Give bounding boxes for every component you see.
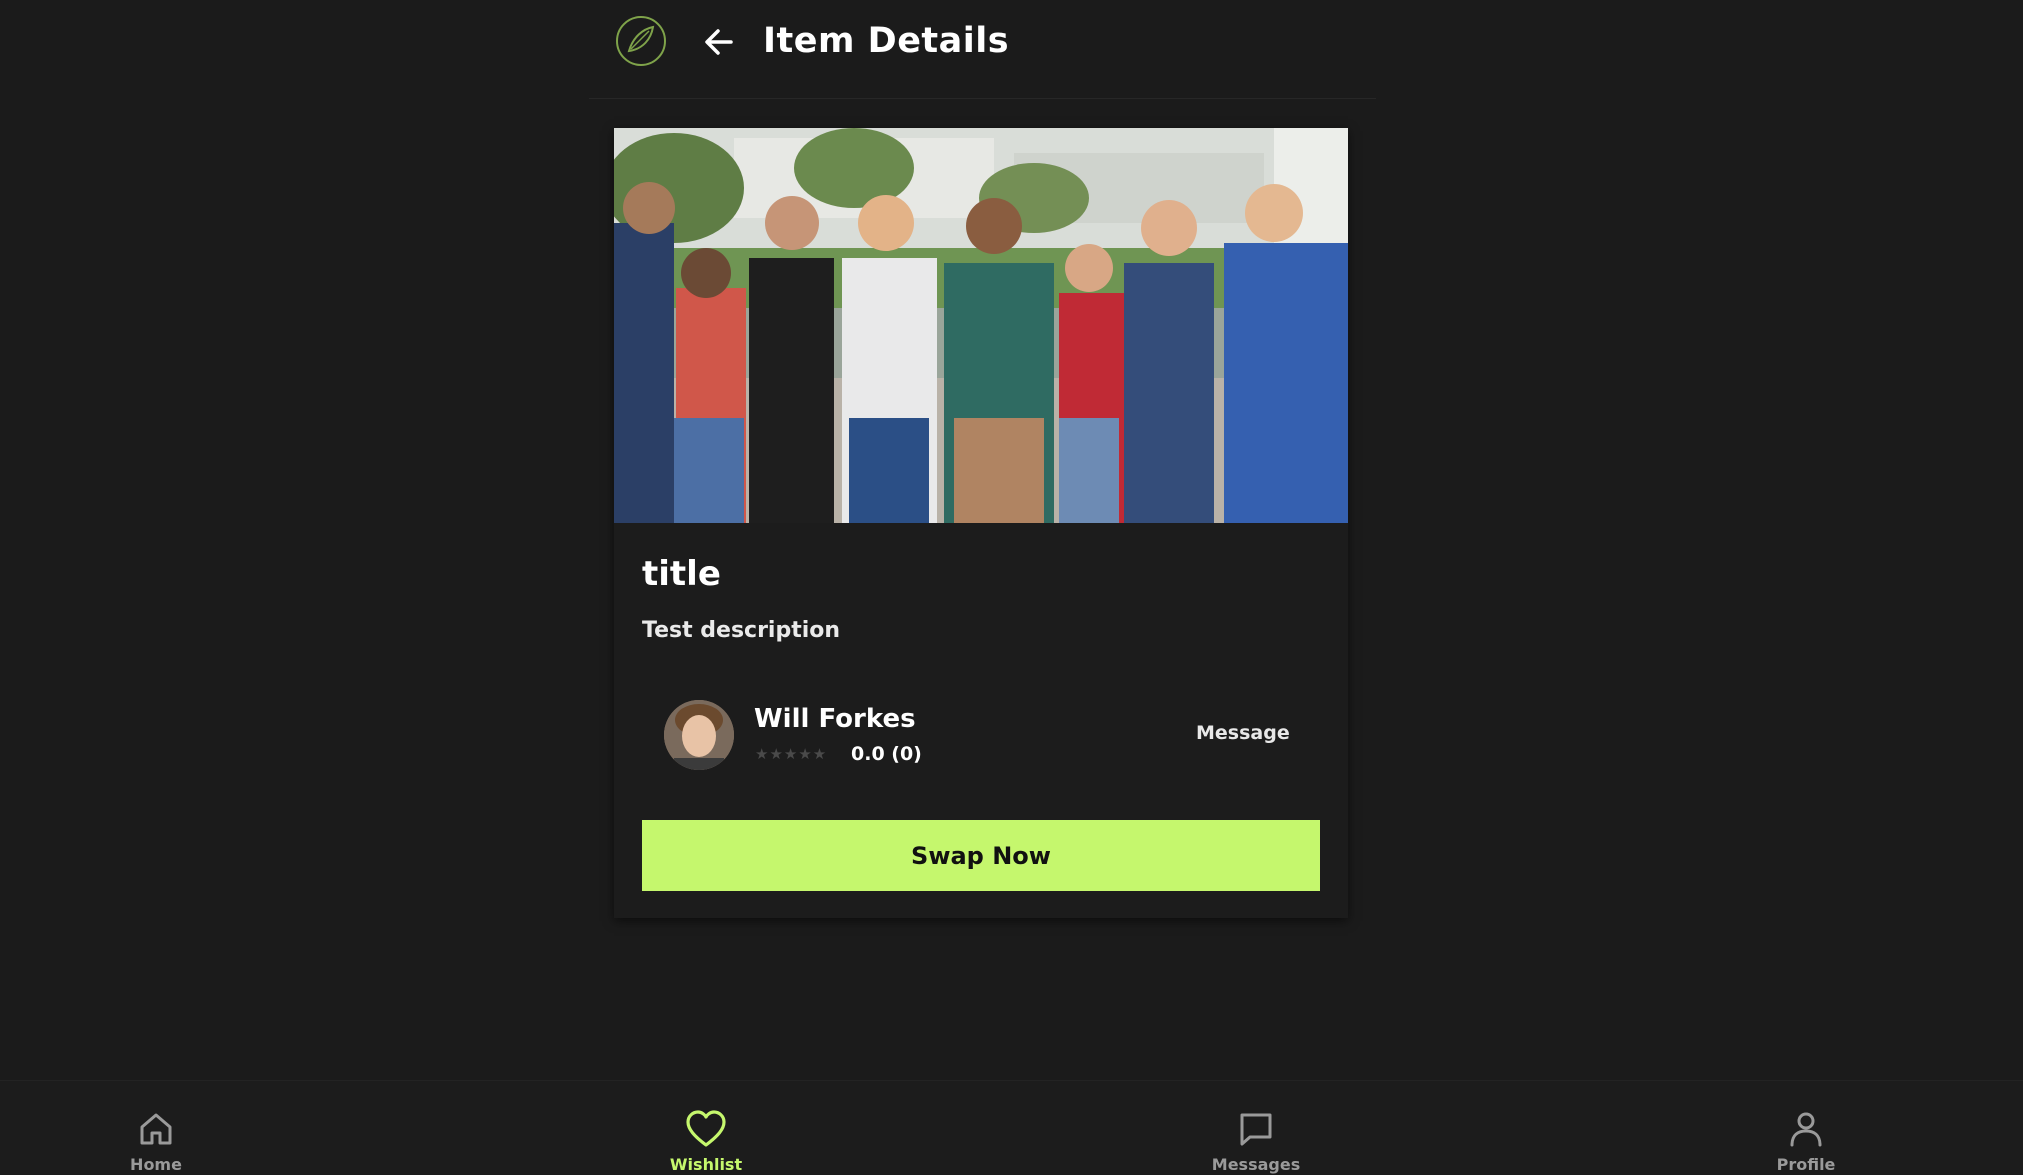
seller-rating: 0.0 (0): [851, 743, 922, 765]
home-icon: [140, 1113, 172, 1145]
nav-label-messages: Messages: [1211, 1155, 1301, 1174]
leaf-logo-icon: [616, 16, 666, 66]
item-title: title: [642, 554, 721, 594]
seller-name[interactable]: Will Forkes: [754, 702, 916, 736]
nav-item-profile[interactable]: Profile: [1726, 1109, 1886, 1175]
nav-label-wishlist: Wishlist: [669, 1155, 743, 1174]
item-description: Test description: [642, 618, 841, 643]
back-arrow-icon[interactable]: [699, 22, 739, 62]
bottom-nav: Home Wishlist Messages Profile: [0, 1080, 2023, 1174]
page-title: Item Details: [763, 21, 1010, 61]
seller-avatar[interactable]: [664, 700, 734, 770]
top-header: Item Details: [589, 0, 1376, 99]
item-photo: [614, 128, 1348, 523]
item-card: title Test description Will Forkes ★★★★★…: [614, 128, 1348, 918]
person-icon: [1790, 1112, 1822, 1147]
swap-now-button[interactable]: Swap Now: [642, 820, 1320, 891]
chat-bubble-icon: [1240, 1113, 1272, 1146]
heart-icon: [686, 1110, 726, 1147]
nav-item-home[interactable]: Home: [76, 1109, 236, 1175]
rating-stars-icon: ★★★★★: [755, 745, 828, 763]
nav-item-wishlist[interactable]: Wishlist: [626, 1109, 786, 1175]
message-button[interactable]: Message: [1196, 720, 1290, 746]
nav-label-profile: Profile: [1776, 1155, 1836, 1174]
nav-item-messages[interactable]: Messages: [1176, 1109, 1336, 1175]
nav-label-home: Home: [130, 1155, 182, 1174]
seller-info: Will Forkes ★★★★★ 0.0 (0) Message: [664, 698, 1324, 778]
